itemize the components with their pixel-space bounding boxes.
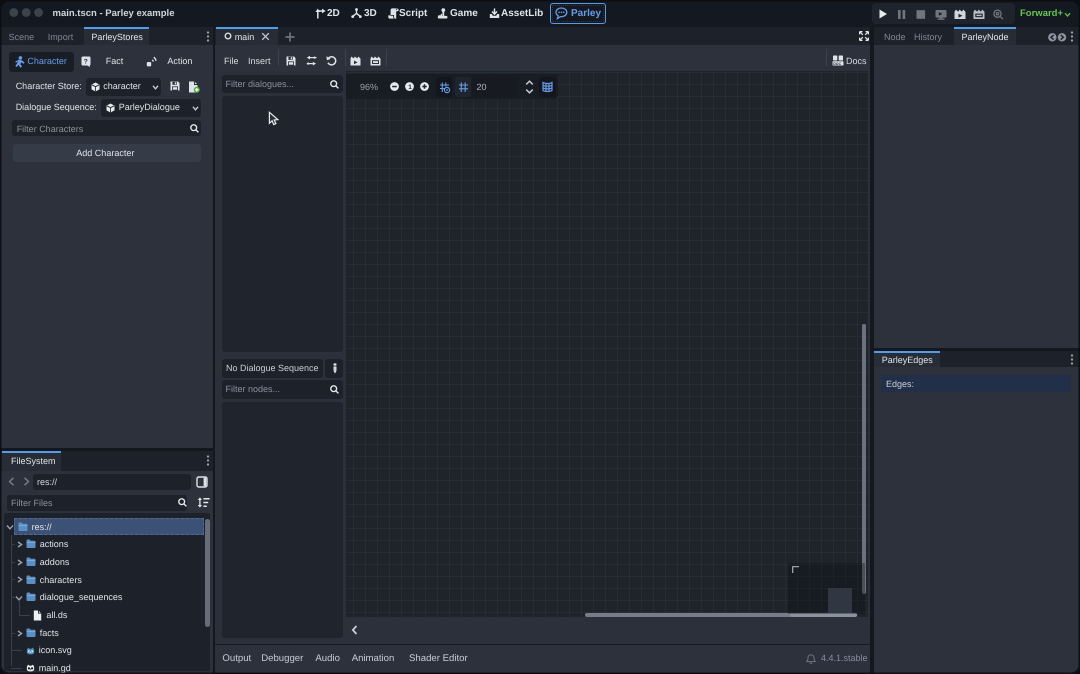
- svg-text:?: ?: [84, 58, 88, 65]
- svg-text:1: 1: [408, 84, 412, 91]
- svg-text:DOC: DOC: [833, 62, 841, 66]
